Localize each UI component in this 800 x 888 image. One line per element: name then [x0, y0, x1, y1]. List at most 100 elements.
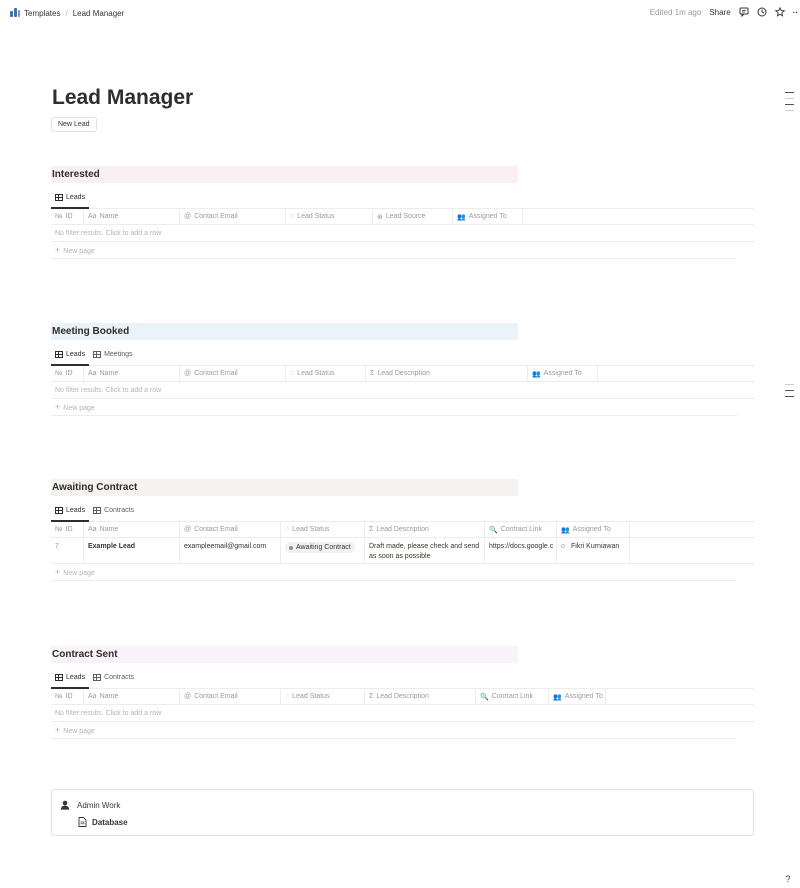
- sigma-icon: Σ: [369, 526, 374, 533]
- new-page-button[interactable]: + New page: [51, 564, 737, 581]
- plus-icon: +: [55, 245, 61, 255]
- tab-contracts[interactable]: Contracts: [89, 503, 138, 521]
- text-icon: Aa: [88, 370, 97, 377]
- view-tabs: Leads Meetings: [51, 348, 754, 366]
- outline-markers-mid[interactable]: [785, 384, 794, 402]
- text-icon: Aa: [88, 213, 97, 220]
- help-button[interactable]: ?: [782, 873, 794, 885]
- column-contract-link[interactable]: 🔍 Contract Link: [485, 522, 557, 537]
- column-lead-status[interactable]: ◌ Lead Status: [281, 689, 365, 704]
- breadcrumb-lead-manager[interactable]: Lead Manager: [73, 9, 125, 18]
- new-lead-button[interactable]: New Lead: [51, 117, 97, 132]
- column-id[interactable]: № ID: [51, 366, 84, 381]
- column-name[interactable]: Aa Name: [84, 689, 180, 704]
- tab-leads[interactable]: Leads: [51, 671, 90, 689]
- at-icon: @: [184, 693, 192, 700]
- column-lead-source[interactable]: ⊕ Lead Source: [373, 209, 453, 224]
- column-id[interactable]: № ID: [51, 689, 84, 704]
- breadcrumb-templates[interactable]: Templates: [24, 9, 60, 18]
- more-options-icon[interactable]: ··: [793, 8, 798, 17]
- cell-lead-status[interactable]: Awaiting Contract: [281, 538, 365, 563]
- admin-work-callout: Admin Work Database: [51, 789, 754, 836]
- cell-name[interactable]: Example Lead: [84, 538, 180, 563]
- table-row[interactable]: 7 Example Lead exampleemail@gmail.com Aw…: [51, 538, 754, 564]
- top-actions: Edited 1m ago Share ··: [650, 7, 800, 17]
- number-icon: №: [55, 693, 63, 700]
- table-icon: [55, 193, 63, 201]
- table-header: № ID Aa Name @ Contact Email ◌ Lead Status Σ…: [51, 689, 754, 705]
- table-header: № ID Aa Name @ Contact Email ◌ Lead Status Σ…: [51, 522, 754, 538]
- table-icon: [93, 673, 102, 681]
- column-assigned-to[interactable]: 👥 Assigned To: [528, 366, 598, 381]
- column-lead-description[interactable]: Σ Lead Description: [365, 522, 485, 537]
- column-id[interactable]: № ID: [51, 522, 84, 537]
- top-bar: Templates / Lead Manager Edited 1m ago S…: [0, 0, 800, 26]
- cell-assigned-to[interactable]: Fikri Kurniawan: [557, 538, 630, 563]
- column-contact-email[interactable]: @ Contact Email: [180, 522, 281, 537]
- edited-status: Edited 1m ago: [649, 7, 702, 17]
- empty-table-message[interactable]: No filter results. Click to add a row: [51, 382, 754, 399]
- empty-table-message[interactable]: No filter results. Click to add a row: [51, 705, 754, 722]
- tab-leads[interactable]: Leads: [51, 191, 90, 209]
- column-lead-status[interactable]: ◌ Lead Status: [281, 522, 365, 537]
- favorite-star-icon[interactable]: [774, 7, 785, 17]
- plus-icon: +: [55, 567, 61, 577]
- outline-markers-top[interactable]: [785, 92, 794, 116]
- empty-table-message[interactable]: No filter results. Click to add a row: [51, 225, 754, 242]
- cell-lead-description[interactable]: Draft made, please check and send as soo…: [365, 538, 485, 563]
- new-page-button[interactable]: + New page: [51, 242, 737, 259]
- table-icon: [55, 350, 63, 358]
- at-icon: @: [184, 526, 192, 533]
- section-heading: Interested: [51, 166, 518, 183]
- text-icon: Aa: [88, 526, 97, 533]
- column-name[interactable]: Aa Name: [84, 209, 180, 224]
- table-icon: [55, 673, 63, 681]
- column-name[interactable]: Aa Name: [84, 522, 180, 537]
- cell-contract-link[interactable]: https://docs.google.c: [485, 538, 557, 563]
- table-header: № ID Aa Name @ Contact Email ◌ Lead Status Σ…: [51, 366, 754, 382]
- at-icon: @: [184, 213, 192, 220]
- column-contract-link[interactable]: 🔍 Contract Link: [476, 689, 549, 704]
- new-page-button[interactable]: + New page: [51, 722, 737, 739]
- section-meeting-booked: Meeting Booked Leads Meetings № ID Aa Name…: [51, 323, 754, 416]
- column-lead-description[interactable]: Σ Lead Description: [365, 689, 476, 704]
- section-awaiting-contract: Awaiting Contract Leads Contracts № ID Aa…: [51, 479, 754, 581]
- view-tabs: Leads Contracts: [51, 504, 754, 522]
- table-icon: [93, 350, 102, 358]
- cell-contact-email[interactable]: exampleemail@gmail.com: [180, 538, 281, 563]
- column-id[interactable]: № ID: [51, 209, 84, 224]
- tab-leads[interactable]: Leads: [51, 504, 90, 522]
- column-contact-email[interactable]: @ Contact Email: [180, 366, 286, 381]
- section-contract-sent: Contract Sent Leads Contracts № ID Aa Name…: [51, 646, 754, 739]
- at-icon: @: [184, 370, 192, 377]
- tab-label: Leads: [66, 193, 86, 201]
- column-lead-status[interactable]: ◌ Lead Status: [286, 209, 373, 224]
- share-button[interactable]: Share: [709, 8, 730, 17]
- cell-id[interactable]: 7: [51, 538, 84, 563]
- new-page-button[interactable]: + New page: [51, 399, 737, 416]
- comment-icon[interactable]: [739, 7, 749, 17]
- tab-contracts[interactable]: Contracts: [89, 670, 138, 688]
- section-heading: Awaiting Contract: [51, 479, 518, 496]
- section-heading: Meeting Booked: [51, 323, 518, 340]
- status-icon: ◌: [290, 213, 295, 220]
- column-assigned-to[interactable]: 👥 Assigned To: [557, 522, 630, 537]
- column-contact-email[interactable]: @ Contact Email: [180, 209, 286, 224]
- database-link[interactable]: Database: [78, 817, 128, 827]
- column-lead-description[interactable]: Σ Lead Description: [366, 366, 528, 381]
- select-icon: ⊕: [377, 213, 383, 221]
- section-heading: Contract Sent: [51, 646, 518, 663]
- tab-meetings[interactable]: Meetings: [89, 347, 136, 365]
- templates-icon: [10, 8, 20, 18]
- column-contact-email[interactable]: @ Contact Email: [180, 689, 281, 704]
- tab-leads[interactable]: Leads: [51, 348, 90, 366]
- view-tabs: Leads Contracts: [51, 671, 754, 689]
- history-clock-icon[interactable]: [757, 7, 767, 17]
- admin-work-heading: Admin Work: [60, 800, 120, 810]
- people-icon: 👥: [532, 370, 541, 378]
- column-name[interactable]: Aa Name: [84, 366, 180, 381]
- column-lead-status[interactable]: ◌ Lead Status: [286, 366, 366, 381]
- column-assigned-to[interactable]: 👥 Assigned To: [549, 689, 606, 704]
- breadcrumb: Templates / Lead Manager: [10, 8, 124, 18]
- column-assigned-to[interactable]: 👥 Assigned To: [453, 209, 523, 224]
